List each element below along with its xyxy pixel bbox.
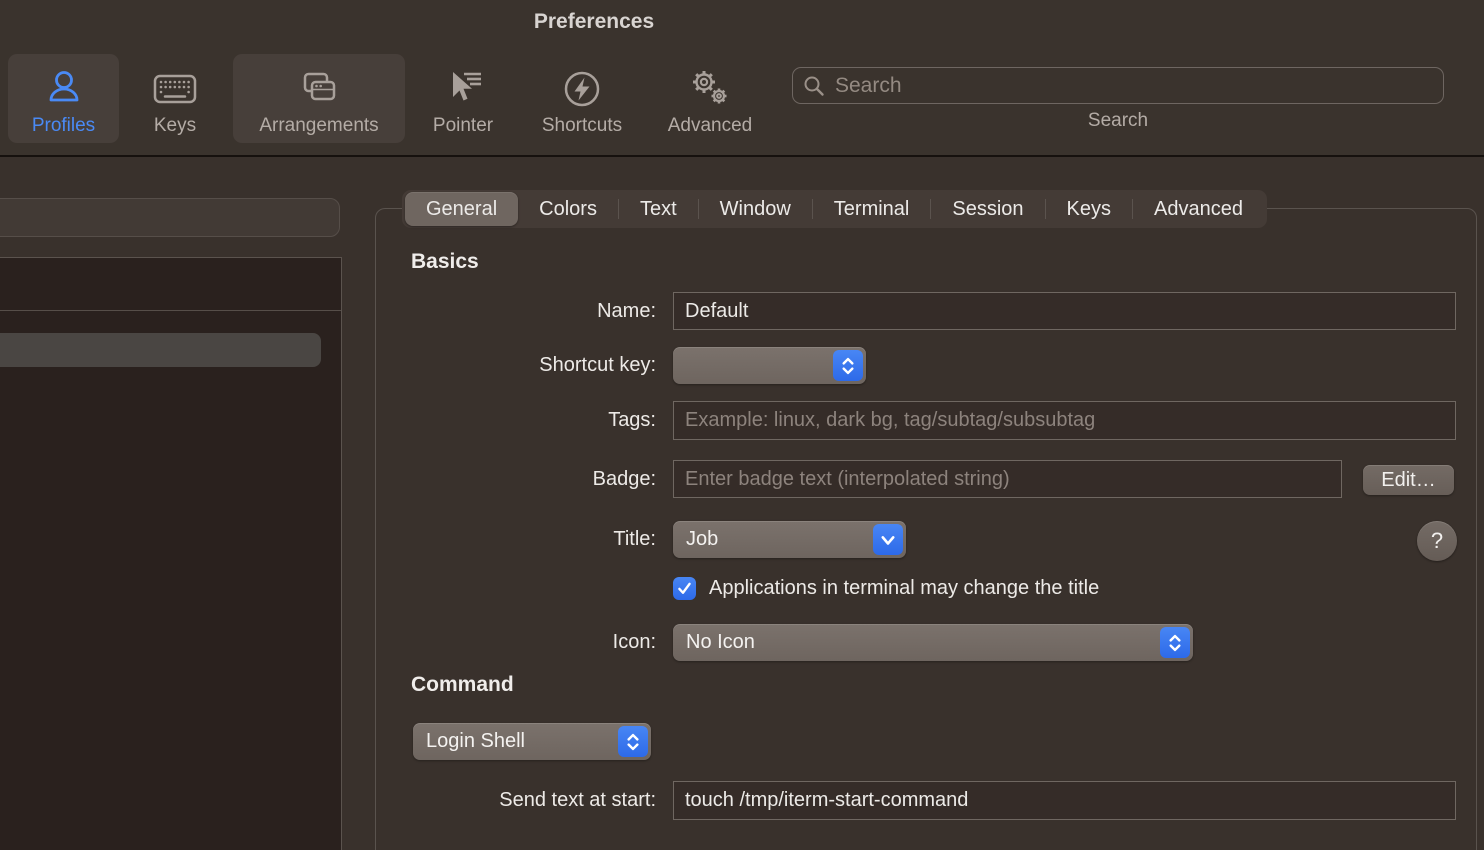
profile-row-selected[interactable]	[0, 333, 321, 367]
bolt-icon	[560, 63, 604, 115]
toolbar-divider	[0, 155, 1484, 157]
tags-input[interactable]	[673, 401, 1456, 440]
stepper-icon	[618, 726, 648, 757]
name-input[interactable]	[673, 292, 1456, 330]
send-text-row: Send text at start:	[376, 781, 1456, 820]
profiles-list-divider	[0, 310, 341, 311]
badge-row: Badge:	[376, 460, 1342, 498]
person-icon	[42, 63, 86, 115]
tab-colors[interactable]: Colors	[518, 192, 618, 226]
badge-edit-button[interactable]: Edit…	[1363, 465, 1454, 495]
title-popup[interactable]: Job	[673, 521, 906, 558]
profiles-filter-box[interactable]	[0, 198, 340, 237]
toolbar-item-label: Profiles	[32, 115, 95, 137]
badge-label: Badge:	[376, 468, 656, 491]
toolbar-item-pointer[interactable]: Pointer	[425, 54, 501, 143]
tab-advanced[interactable]: Advanced	[1133, 192, 1264, 226]
tags-row: Tags:	[376, 401, 1456, 440]
toolbar-search-field[interactable]	[792, 67, 1444, 104]
icon-row: Icon: No Icon	[376, 624, 1193, 661]
title-label: Title:	[376, 528, 656, 551]
shortcut-key-label: Shortcut key:	[376, 354, 656, 377]
tab-text[interactable]: Text	[619, 192, 698, 226]
cursor-icon	[441, 63, 485, 115]
toolbar-item-profiles[interactable]: Profiles	[8, 54, 119, 143]
general-tab-panel: Basics Name: Shortcut key: Tags:	[375, 208, 1477, 850]
shortcut-key-row: Shortcut key:	[376, 347, 866, 384]
toolbar-item-advanced[interactable]: Advanced	[660, 54, 760, 143]
toolbar-item-arrangements[interactable]: Arrangements	[233, 54, 405, 143]
gears-icon	[688, 63, 732, 115]
keyboard-icon	[150, 63, 200, 115]
tab-window[interactable]: Window	[699, 192, 812, 226]
help-button[interactable]: ?	[1417, 521, 1457, 561]
title-popup-value: Job	[686, 528, 718, 551]
tab-terminal[interactable]: Terminal	[813, 192, 931, 226]
checkbox-checked-icon[interactable]	[673, 577, 696, 600]
chevron-down-icon	[873, 524, 903, 555]
shortcut-key-popup[interactable]	[673, 347, 866, 384]
title-checkbox-label: Applications in terminal may change the …	[709, 577, 1099, 600]
toolbar-item-keys[interactable]: Keys	[137, 54, 213, 143]
toolbar-item-label: Shortcuts	[542, 115, 622, 137]
name-row: Name:	[376, 292, 1456, 330]
tab-keys[interactable]: Keys	[1046, 192, 1132, 226]
icon-popup-value: No Icon	[686, 631, 755, 654]
toolbar-search-caption: Search	[792, 110, 1444, 132]
toolbar-item-label: Pointer	[433, 115, 493, 137]
tab-general[interactable]: General	[405, 192, 518, 226]
tab-session[interactable]: Session	[931, 192, 1044, 226]
toolbar-item-label: Advanced	[668, 115, 753, 137]
badge-input[interactable]	[673, 460, 1342, 498]
search-input[interactable]	[833, 73, 1433, 99]
name-label: Name:	[376, 300, 656, 323]
send-text-input[interactable]	[673, 781, 1456, 820]
basics-heading: Basics	[411, 250, 479, 274]
title-checkbox-row: Applications in terminal may change the …	[673, 576, 1099, 600]
title-row: Title: Job	[376, 521, 906, 558]
command-type-popup[interactable]: Login Shell	[413, 723, 651, 760]
preferences-window: Preferences Profiles	[0, 0, 1484, 850]
profile-tabbar: General Colors Text Window Terminal Sess…	[402, 190, 1267, 228]
toolbar-item-label: Keys	[154, 115, 196, 137]
tags-label: Tags:	[376, 409, 656, 432]
command-type-value: Login Shell	[426, 730, 525, 753]
toolbar-item-label: Arrangements	[259, 115, 378, 137]
stepper-icon	[1160, 627, 1190, 658]
icon-popup[interactable]: No Icon	[673, 624, 1193, 661]
toolbar: Preferences Profiles	[0, 0, 1484, 155]
window-title: Preferences	[534, 10, 654, 34]
icon-label: Icon:	[376, 631, 656, 654]
command-heading: Command	[411, 673, 514, 697]
profiles-list[interactable]	[0, 257, 342, 850]
search-icon	[803, 75, 825, 97]
windows-icon	[295, 63, 343, 115]
toolbar-item-shortcuts[interactable]: Shortcuts	[532, 54, 632, 143]
stepper-icon	[833, 350, 863, 381]
send-text-label: Send text at start:	[376, 789, 656, 812]
